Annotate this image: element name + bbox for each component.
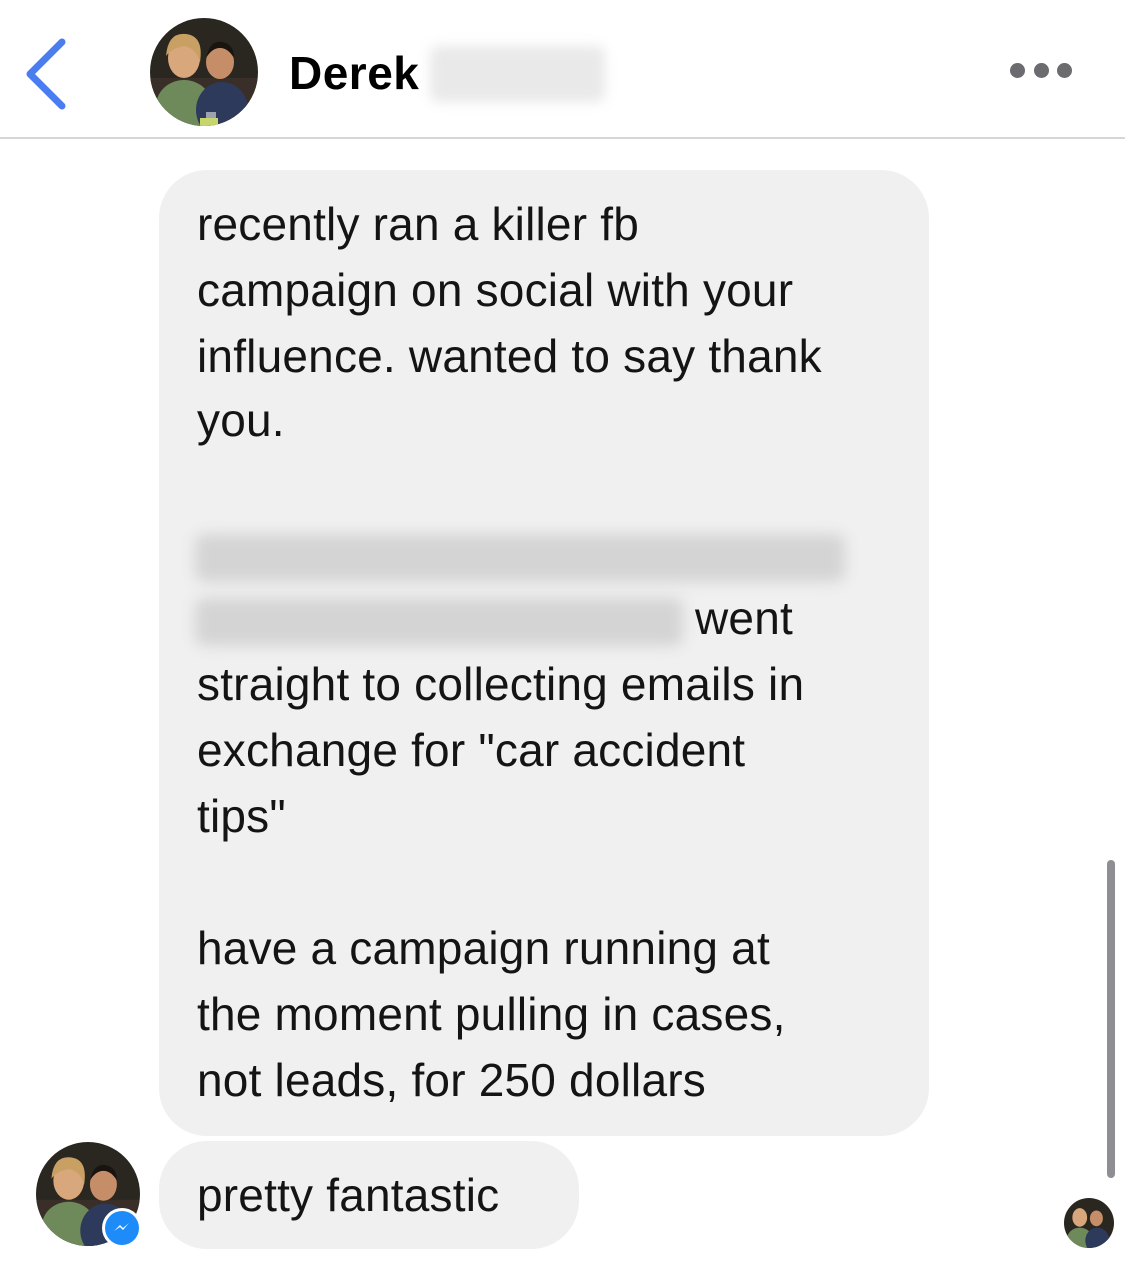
message-line: have a campaign running at [197,922,770,974]
message-line: you. [197,394,285,446]
message-line: influence. wanted to say thank [197,330,822,382]
scrollbar[interactable] [1107,860,1115,1178]
contact-name[interactable]: Derek [289,46,419,100]
message-text: pretty fantastic [197,1169,500,1221]
chevron-left-icon[interactable] [18,36,78,112]
message-line: recently ran a killer fb [197,198,639,250]
message-line: exchange for "car accident [197,724,746,776]
message-line: straight to collecting emails in [197,658,805,710]
redacted-text [195,534,845,582]
redacted-text [195,598,683,646]
read-receipt-avatar [1064,1198,1114,1248]
contact-avatar[interactable] [150,18,258,126]
messenger-icon [102,1208,142,1248]
message-line: the moment pulling in cases, [197,988,786,1040]
message-bubble[interactable]: pretty fantastic [159,1141,579,1249]
ellipsis-icon[interactable] [1010,56,1072,84]
message-line: went [695,592,793,644]
message-line: campaign on social with your [197,264,794,316]
message-line: tips" [197,790,286,842]
redacted-surname [430,46,605,102]
message-line: not leads, for 250 dollars [197,1054,706,1106]
message-bubble[interactable]: recently ran a killer fb campaign on soc… [159,170,929,1136]
conversation-header: Derek [0,0,1125,139]
